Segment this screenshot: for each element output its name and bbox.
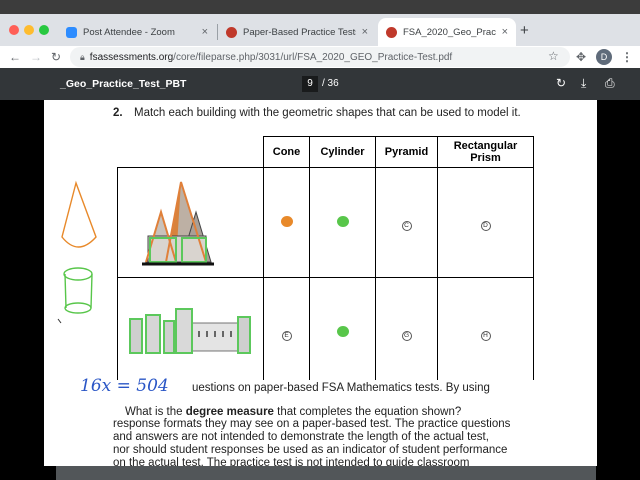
question-text-bold: degree measure (185, 406, 274, 418)
answer-mark-orange[interactable] (280, 215, 293, 227)
bubble-g-cell[interactable]: G (375, 277, 438, 388)
pointed-building-image (141, 181, 214, 266)
reload-icon[interactable]: ↻ (51, 48, 61, 66)
pdf-viewport[interactable]: 2. Match each building with the geometri… (0, 100, 640, 480)
download-icon[interactable]: ⤓ (581, 76, 586, 91)
bubble-c-cell[interactable]: C (375, 167, 438, 278)
close-tab-icon[interactable]: × (362, 26, 368, 38)
page-number-input[interactable]: 9 (302, 76, 318, 92)
column-header-cylinder: Cylinder (309, 136, 376, 168)
browser-toolbar: ← → ↻ 🔒︎ fsassessments.org /core/filepar… (0, 46, 640, 68)
bookmark-star-icon[interactable]: ☆ (548, 47, 559, 65)
column-header-cone: Cone (263, 136, 310, 168)
tab-title: Paper-Based Practice Tests ar (243, 26, 356, 38)
tab-strip: Post Attendee - Zoom × Paper-Based Pract… (0, 14, 640, 46)
overlay-text-line: response formats they may see on a paper… (113, 418, 511, 430)
overlay-question-line: What is the degree measure that complete… (125, 406, 461, 418)
question-text-part: What is the (125, 406, 183, 418)
castle-building-image (128, 308, 251, 354)
bubble-d-cell[interactable]: D (437, 167, 534, 278)
browser-menu-icon[interactable]: ⋮ (621, 48, 633, 66)
fsa-favicon-icon (386, 26, 397, 38)
address-bar[interactable]: 🔒︎ fsassessments.org /core/fileparse.php… (70, 47, 570, 67)
zoom-favicon-icon (66, 26, 77, 38)
tab-title: Post Attendee - Zoom (83, 26, 175, 38)
handwritten-sketches (57, 180, 97, 324)
close-window-button[interactable] (9, 25, 19, 35)
page-total: / 36 (322, 78, 339, 89)
building-2-image-cell (117, 277, 264, 388)
rotate-icon[interactable]: ↻ (556, 76, 566, 90)
extensions-puzzle-icon[interactable]: ✥ (576, 48, 586, 66)
pdf-page: 2. Match each building with the geometri… (44, 100, 597, 466)
overlay-text-line: on the actual test. The practice test is… (113, 457, 470, 466)
bubble-e-cell[interactable]: E (263, 277, 310, 388)
answer-bubble[interactable]: G (401, 330, 412, 341)
question-prompt: Match each building with the geometric s… (134, 107, 521, 119)
url-host: fsassessments.org (89, 51, 174, 63)
answer-bubble[interactable]: D (480, 220, 491, 231)
column-header-pyramid: Pyramid (375, 136, 438, 168)
close-tab-icon[interactable]: × (202, 26, 208, 38)
bubble-f-cell[interactable] (309, 277, 376, 388)
browser-window: Post Attendee - Zoom × Paper-Based Pract… (0, 0, 640, 480)
new-tab-button[interactable]: + (520, 22, 529, 39)
building-1-image-cell (117, 167, 264, 278)
bubble-h-cell[interactable]: H (437, 277, 534, 388)
pdf-toolbar: _Geo_Practice_Test_PBT 9 / 36 ↻ ⤓ ⎙ (0, 68, 640, 100)
tab-fsa-geo-practice-test[interactable]: FSA_2020_Geo_Practice_Test_ × (378, 18, 516, 46)
answer-bubble[interactable]: E (281, 330, 292, 341)
answer-bubble[interactable]: H (480, 330, 491, 341)
bubble-a-cell[interactable] (263, 167, 310, 278)
answer-bubble[interactable]: C (401, 220, 412, 231)
question-number: 2. (113, 107, 123, 119)
handwritten-equation: 16x = 504 (80, 376, 169, 396)
bubble-b-cell[interactable] (309, 167, 376, 278)
tab-paper-based-practice-tests[interactable]: Paper-Based Practice Tests ar × (218, 18, 376, 46)
overlay-text-line: and answers are not intended to demonstr… (113, 431, 489, 443)
back-arrow-icon[interactable]: ← (9, 48, 21, 66)
close-tab-icon[interactable]: × (502, 26, 508, 38)
pdf-document-title: _Geo_Practice_Test_PBT (60, 78, 187, 90)
column-header-rectangular-prism: Rectangular Prism (437, 136, 534, 168)
lock-icon: 🔒︎ (80, 51, 85, 62)
overlay-text-line: nor should student responses be used as … (113, 444, 508, 456)
minimize-window-button[interactable] (24, 25, 34, 35)
forward-arrow-icon[interactable]: → (30, 48, 42, 66)
screen-dark-region (596, 100, 640, 480)
maximize-window-button[interactable] (39, 25, 49, 35)
answer-mark-green[interactable] (336, 215, 349, 227)
print-icon[interactable]: ⎙ (605, 76, 615, 91)
question-text-part: that completes the equation shown? (277, 406, 462, 418)
tab-zoom[interactable]: Post Attendee - Zoom × (58, 18, 216, 46)
profile-avatar[interactable]: D (596, 49, 612, 65)
overlay-text-line: uestions on paper-based FSA Mathematics … (192, 382, 490, 394)
url-path: /core/fileparse.php/3031/url/FSA_2020_GE… (173, 51, 453, 63)
fsa-favicon-icon (226, 26, 237, 38)
tab-title: FSA_2020_Geo_Practice_Test_ (403, 26, 496, 38)
answer-mark-green[interactable] (336, 325, 349, 337)
header-blank-cell (117, 136, 264, 168)
